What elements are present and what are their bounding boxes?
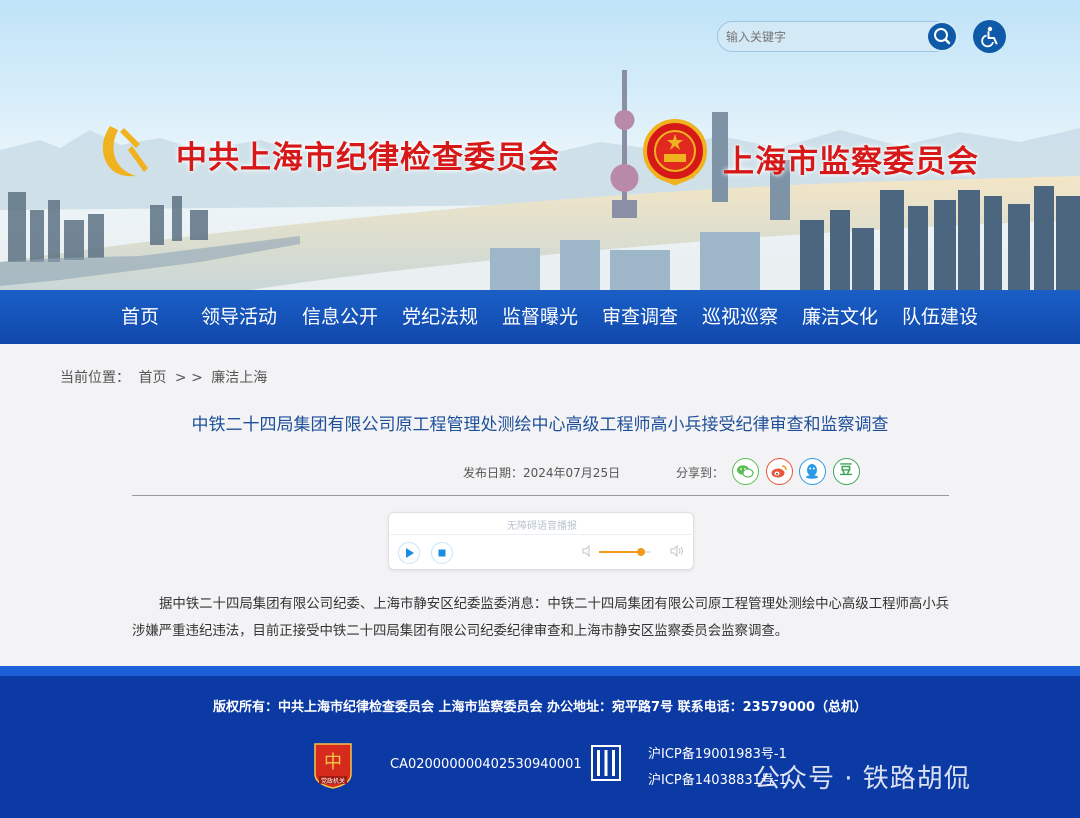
breadcrumb-current-link[interactable]: 廉洁上海 (211, 370, 267, 386)
play-button[interactable] (398, 542, 420, 564)
volume-slider-fill (599, 551, 641, 553)
footer: 版权所有：中共上海市纪律检查委员会 上海市监察委员会 办公地址：宛平路7号 联系… (0, 676, 1080, 818)
nav-item-leadership[interactable]: 领导活动 (201, 290, 277, 344)
government-badge-label: 党政机关 (321, 777, 345, 785)
nav-item-exposure[interactable]: 监督曝光 (502, 290, 578, 344)
svg-text:中: 中 (324, 752, 342, 773)
wheelchair-icon (981, 26, 998, 48)
volume-slider[interactable] (599, 548, 651, 556)
audio-player-label: 无障碍语音播报 (507, 521, 577, 532)
nav-item-investigation[interactable]: 审查调查 (602, 290, 678, 344)
footer-copyright: 版权所有：中共上海市纪律检查委员会 上海市监察委员会 办公地址：宛平路7号 联系… (213, 700, 867, 715)
certificate-number: CA020000000402530940001 (390, 757, 582, 772)
nav-item-integrity-culture[interactable]: 廉洁文化 (802, 290, 878, 344)
title-divider (132, 495, 949, 496)
search-box (717, 21, 957, 52)
site-title-ccdi: 中共上海市纪律检查委员会 (176, 140, 560, 176)
volume-slider-handle[interactable] (636, 548, 645, 556)
share-label: 分享到： (676, 466, 725, 480)
national-emblem-icon (643, 119, 707, 186)
breadcrumb-prefix: 当前位置： (60, 370, 130, 386)
nav-item-regulations[interactable]: 党纪法规 (402, 290, 478, 344)
qq-icon (806, 464, 818, 479)
share-wechat-button[interactable] (732, 458, 759, 485)
nav-item-team-building[interactable]: 队伍建设 (902, 290, 978, 344)
search-button[interactable] (926, 21, 958, 52)
breadcrumb-home-link[interactable]: 首页 (138, 370, 166, 386)
weibo-icon (771, 465, 787, 478)
search-input[interactable] (726, 26, 926, 48)
watermark-text: 公众号 · 铁路胡侃 (754, 764, 971, 794)
breadcrumb: 当前位置： 首页 > > 廉洁上海 (60, 367, 271, 387)
share-qq-button[interactable] (799, 458, 826, 485)
stop-icon (438, 549, 446, 557)
accessibility-button[interactable] (973, 20, 1006, 53)
footer-top-strip (0, 666, 1080, 676)
nav-item-info[interactable]: 信息公开 (302, 290, 378, 344)
nav-item-home[interactable]: 首页 (121, 290, 159, 344)
article-body: 据中铁二十四局集团有限公司纪委、上海市静安区纪委监委消息：中铁二十四局集团有限公… (132, 597, 950, 639)
party-emblem-icon (102, 126, 148, 177)
audio-player: 无障碍语音播报 (388, 512, 695, 570)
header-banner: 中共上海市纪律检查委员会 上海市监察委员会 (0, 0, 1080, 290)
main-nav: 首页 领导活动 信息公开 党纪法规 监督曝光 审查调查 巡视巡察 廉洁文化 队伍… (0, 290, 1080, 344)
volume-mute-icon[interactable] (581, 544, 595, 558)
site-title-supervision: 上海市监察委员会 (723, 144, 979, 180)
article-title: 中铁二十四局集团有限公司原工程管理处测绘中心高级工程师高小兵接受纪律审查和监察调… (191, 415, 889, 435)
publish-date: 发布日期：2024年07月25日 (463, 466, 621, 480)
nav-item-inspection[interactable]: 巡视巡察 (702, 290, 778, 344)
volume-max-icon[interactable] (669, 544, 685, 558)
government-badge-icon[interactable]: 中 党政机关 (311, 740, 355, 790)
wechat-icon (737, 465, 754, 478)
share-douban-button[interactable]: 豆 (833, 458, 860, 485)
search-icon (934, 28, 951, 45)
icp-record-icon[interactable] (589, 744, 623, 782)
play-icon (406, 548, 414, 558)
breadcrumb-separator: > > (174, 370, 203, 386)
stop-button[interactable] (431, 542, 453, 564)
douban-icon: 豆 (839, 463, 853, 478)
audio-player-divider (389, 534, 695, 535)
share-weibo-button[interactable] (766, 458, 793, 485)
